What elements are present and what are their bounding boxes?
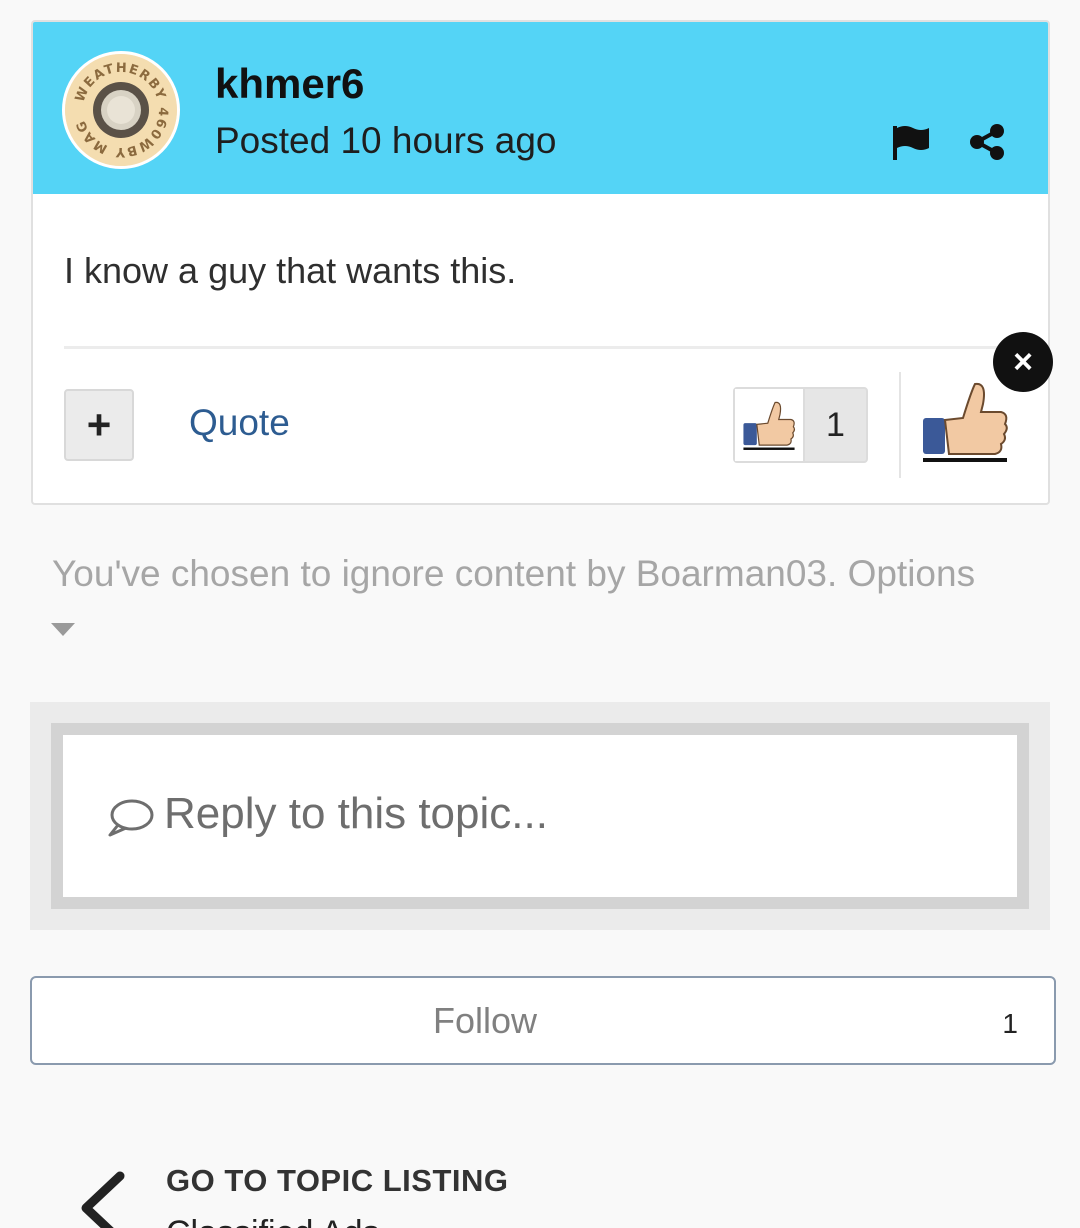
share-icon[interactable] — [969, 124, 1005, 160]
quote-button[interactable]: Quote — [189, 402, 290, 444]
reaction-thumb-cell — [735, 389, 805, 461]
post-content: I know a guy that wants this. — [64, 250, 517, 291]
follow-label: Follow — [432, 1000, 538, 1041]
thumbs-up-icon — [743, 401, 796, 450]
thumbs-up-icon[interactable] — [919, 378, 1011, 464]
reaction-count: 1 — [826, 405, 845, 444]
go-to-topic-listing-link[interactable]: GO TO TOPIC LISTING — [166, 1163, 509, 1199]
reply-box: Reply to this topic... — [30, 702, 1050, 930]
avatar-image: WEATHERBY 460WBY MAG — [65, 54, 177, 166]
reaction-summary[interactable]: 1 — [733, 387, 868, 463]
speech-bubble-icon — [108, 799, 154, 837]
follow-button[interactable]: Follow 1 — [30, 976, 1056, 1065]
post-header: WEATHERBY 460WBY MAG khmer6 Posted 10 ho… — [33, 22, 1048, 194]
chevron-left-icon[interactable] — [78, 1170, 128, 1228]
author-name[interactable]: khmer6 — [215, 60, 364, 108]
topic-listing-name[interactable]: Classified Ads — [166, 1214, 380, 1228]
reaction-separator — [899, 372, 901, 478]
follow-count: 1 — [1002, 1008, 1018, 1039]
flag-icon[interactable] — [891, 124, 931, 160]
reply-placeholder: Reply to this topic... — [164, 789, 548, 838]
ignore-notice[interactable]: You've chosen to ignore content by Boarm… — [52, 553, 975, 595]
close-icon[interactable]: × — [993, 332, 1053, 392]
avatar[interactable]: WEATHERBY 460WBY MAG — [62, 51, 180, 169]
multiquote-button[interactable]: + — [64, 389, 134, 461]
caret-down-icon[interactable] — [51, 623, 75, 636]
reply-input[interactable]: Reply to this topic... — [51, 723, 1029, 909]
post-card: WEATHERBY 460WBY MAG khmer6 Posted 10 ho… — [31, 20, 1050, 505]
post-timestamp: Posted 10 hours ago — [215, 120, 557, 161]
post-divider — [64, 346, 1019, 349]
